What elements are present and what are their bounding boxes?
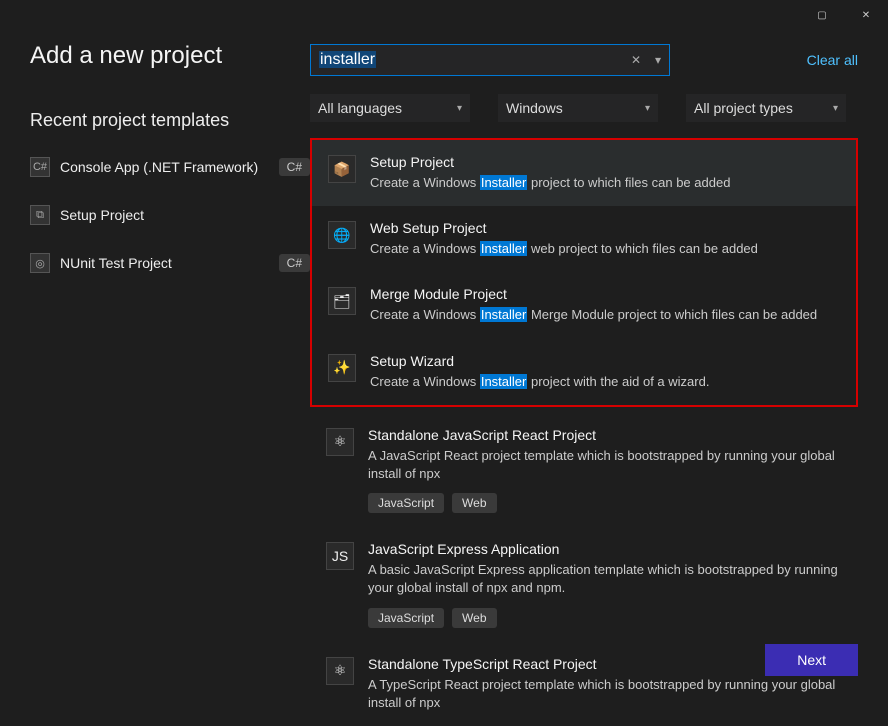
search-dropdown-icon[interactable]: ▾ [647,53,669,67]
template-title: Web Setup Project [370,220,840,236]
language-tag: C# [279,254,310,272]
platform-filter-label: Windows [506,100,563,116]
page-title: Add a new project [30,42,310,70]
project-template[interactable]: 📦 Setup Project Create a Windows Installer… [312,140,856,206]
maximize-button[interactable]: ▢ [800,0,844,30]
template-icon: ✨ [328,353,356,383]
template-description: Create a Windows Installer Merge Module … [370,306,840,324]
titlebar: ▢ ✕ [0,0,888,30]
language-filter-label: All languages [318,100,402,116]
language-tag: C# [279,158,310,176]
recent-template-name: NUnit Test Project [60,255,269,272]
search-input[interactable]: installer [311,51,376,69]
close-button[interactable]: ✕ [844,0,888,30]
template-tag: JavaScript [368,493,444,513]
template-title: Setup Wizard [370,353,840,369]
template-title: Standalone JavaScript React Project [368,427,842,443]
highlighted-results: 📦 Setup Project Create a Windows Installer… [310,138,858,407]
type-filter[interactable]: All project types ▾ [686,94,846,122]
template-tag: Web [452,608,496,628]
project-template[interactable]: 🗂 Merge Module Project Create a Windows In… [312,272,856,338]
chevron-down-icon: ▾ [457,103,462,114]
template-description: Create a Windows Installer project with … [370,373,840,391]
template-description: A TypeScript React project template whic… [368,676,842,712]
recent-template-name: Setup Project [60,207,310,224]
next-button[interactable]: Next [765,644,858,676]
template-icon: 🌐 [328,220,356,250]
recent-template-name: Console App (.NET Framework) [60,159,269,176]
template-icon: ◎ [30,253,50,273]
template-title: JavaScript Express Application [368,541,842,557]
other-results: ⚛ Standalone JavaScript React Project A Ja… [310,413,858,726]
project-template[interactable]: ✨ Setup Wizard Create a Windows Installer … [312,339,856,405]
template-icon: ⧉ [30,205,50,225]
recent-template-item[interactable]: C# Console App (.NET Framework) C# [30,151,310,183]
clear-search-icon[interactable]: ✕ [625,53,647,67]
chevron-down-icon: ▾ [833,103,838,114]
template-description: Create a Windows Installer web project t… [370,240,840,258]
recent-template-item[interactable]: ⧉ Setup Project [30,199,310,231]
template-description: A basic JavaScript Express application t… [368,561,842,597]
template-tag: Web [452,493,496,513]
type-filter-label: All project types [694,100,793,116]
clear-all-link[interactable]: Clear all [807,52,858,68]
search-input-container[interactable]: installer ✕ ▾ [310,44,670,76]
template-tag: JavaScript [368,608,444,628]
chevron-down-icon: ▾ [645,103,650,114]
project-template[interactable]: 🌐 Web Setup Project Create a Windows Insta… [312,206,856,272]
project-template[interactable]: JS JavaScript Express Application A basic … [310,527,858,641]
template-icon: ⚛ [326,656,354,686]
template-icon: JS [326,541,354,571]
template-description: A JavaScript React project template whic… [368,447,842,483]
template-icon: 📦 [328,154,356,184]
recent-template-item[interactable]: ◎ NUnit Test Project C# [30,247,310,279]
template-title: Setup Project [370,154,840,170]
language-filter[interactable]: All languages ▾ [310,94,470,122]
project-template[interactable]: ⚛ Standalone JavaScript React Project A Ja… [310,413,858,527]
platform-filter[interactable]: Windows ▾ [498,94,658,122]
template-icon: ⚛ [326,427,354,457]
template-title: Merge Module Project [370,286,840,302]
recent-heading: Recent project templates [30,110,310,131]
template-icon: C# [30,157,50,177]
template-description: Create a Windows Installer project to wh… [370,174,840,192]
template-icon: 🗂 [328,286,356,316]
